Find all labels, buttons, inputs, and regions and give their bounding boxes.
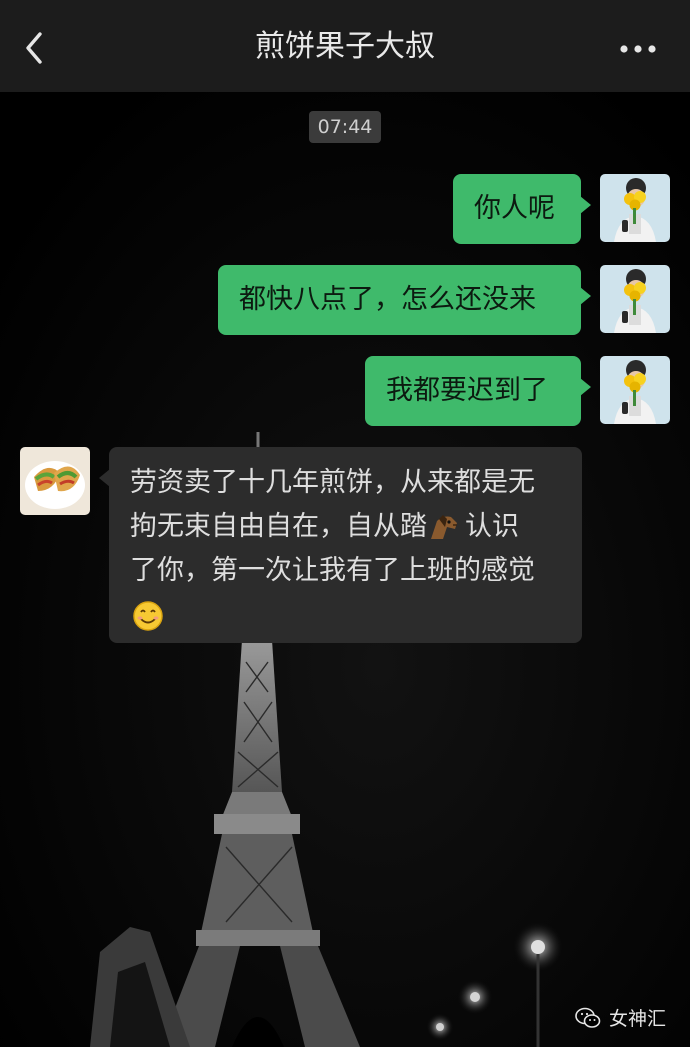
message-line: 拘无束自由自在，自从踏 认识 [130, 505, 572, 549]
message-text: 认识 [465, 511, 519, 542]
my-avatar[interactable] [600, 356, 670, 424]
incoming-message[interactable]: 劳资卖了十几年煎饼，从来都是无 拘无束自由自在，自从踏 认识 了你，第一次让我有… [99, 447, 582, 643]
message-line: 了你，第一次让我有了上班的感觉 [130, 555, 535, 586]
wechat-official-account-icon [575, 1007, 601, 1028]
watermark-text: 女神汇 [608, 1008, 666, 1030]
message-text: 我都要迟到了 [386, 375, 548, 406]
chat-area[interactable]: 07:44 你人呢 都快八点了，怎么还没来 我都要迟到了 劳资卖了十几年煎饼，从… [0, 92, 690, 1047]
outgoing-message[interactable]: 我都要迟到了 [365, 356, 591, 426]
message-line: 劳资卖了十几年煎饼，从来都是无 [130, 467, 535, 498]
more-options-button[interactable] [618, 32, 664, 66]
horse-face-emoji [431, 514, 457, 539]
chat-header: 煎饼果子大叔 [0, 0, 690, 92]
jianbing-food-avatar-icon [20, 447, 90, 515]
outgoing-message[interactable]: 你人呢 [453, 174, 591, 244]
person-with-flowers-avatar-icon [600, 265, 670, 333]
message-text: 都快八点了，怎么还没来 [239, 284, 536, 315]
ellipsis-icon [620, 45, 656, 53]
my-avatar[interactable] [600, 265, 670, 333]
chat-title: 煎饼果子大叔 [255, 29, 435, 64]
back-button[interactable] [20, 28, 50, 68]
message-text: 拘无束自由自在，自从踏 [130, 511, 427, 542]
account-watermark: 女神汇 [575, 1004, 666, 1031]
smiling-face-emoji [133, 600, 163, 631]
message-timestamp: 07:44 [309, 111, 381, 143]
message-line [130, 593, 572, 637]
outgoing-message[interactable]: 都快八点了，怎么还没来 [218, 265, 591, 335]
person-with-flowers-avatar-icon [600, 356, 670, 424]
my-avatar[interactable] [600, 174, 670, 242]
person-with-flowers-avatar-icon [600, 174, 670, 242]
chevron-left-icon [26, 32, 42, 64]
contact-avatar[interactable] [20, 447, 90, 515]
message-text: 你人呢 [474, 193, 555, 224]
